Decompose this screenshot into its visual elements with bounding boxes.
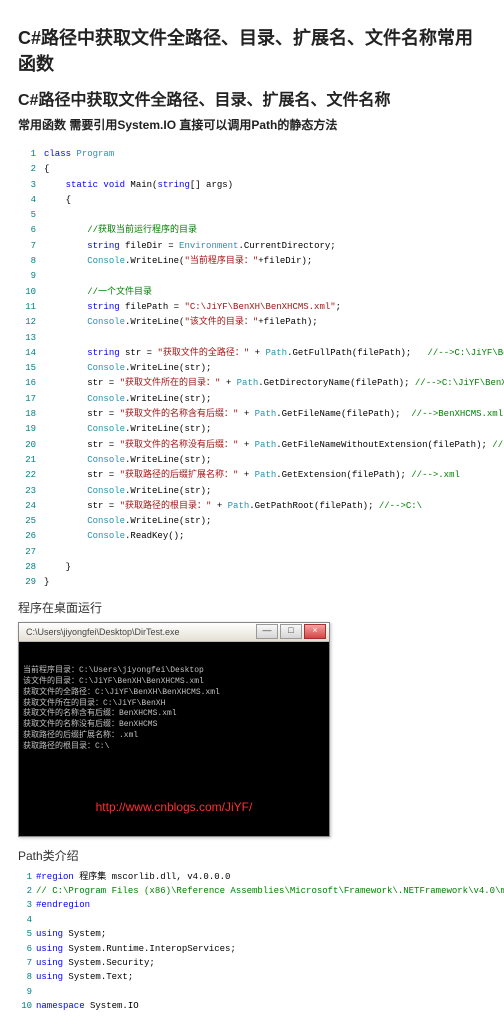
run-label: 程序在桌面运行 bbox=[18, 599, 486, 616]
code-sample-1: 1class Program 2{ 3 static void Main(str… bbox=[18, 147, 486, 591]
console-title: C:\Users\jiyongfei\Desktop\DirTest.exe bbox=[22, 627, 180, 637]
page-title-1: C#路径中获取文件全路径、目录、扩展名、文件名称常用函数 bbox=[18, 24, 486, 76]
console-output: 当前程序目录：C:\Users\jiyongfei\Desktop 该文件的目录… bbox=[19, 642, 329, 836]
minimize-button[interactable]: — bbox=[256, 624, 278, 639]
code-sample-2: 1#region 程序集 mscorlib.dll, v4.0.0.0 2// … bbox=[18, 870, 486, 1014]
console-titlebar: C:\Users\jiyongfei\Desktop\DirTest.exe —… bbox=[19, 623, 329, 642]
page-desc: 常用函数 需要引用System.IO 直接可以调用Path的静态方法 bbox=[18, 116, 486, 133]
page-title-2: C#路径中获取文件全路径、目录、扩展名、文件名称 bbox=[18, 86, 486, 110]
path-class-label: Path类介绍 bbox=[18, 847, 486, 864]
watermark-link[interactable]: http://www.cnblogs.com/JiYF/ bbox=[19, 799, 329, 815]
maximize-button[interactable]: □ bbox=[280, 624, 302, 639]
console-window: C:\Users\jiyongfei\Desktop\DirTest.exe —… bbox=[18, 622, 330, 837]
close-button[interactable]: × bbox=[304, 624, 326, 639]
